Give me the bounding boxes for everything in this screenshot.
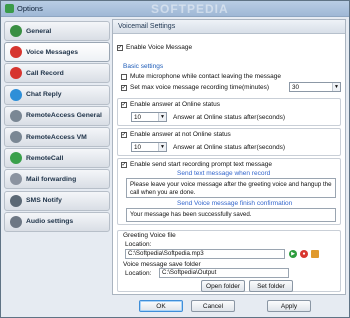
chevron-down-icon: ▼ [158, 143, 166, 151]
save-path-field[interactable]: C:\Softpedia\Output [159, 268, 289, 278]
mute-mic-checkbox[interactable]: Mute microphone while contact leaving th… [121, 73, 281, 80]
greeting-path-field[interactable]: C:\Softpedia\Softpedia.mp3 [125, 249, 285, 259]
sidebar-item-remoteaccess-vm[interactable]: RemoteAccess VM [4, 127, 110, 147]
sidebar-item-chat-reply[interactable]: Chat Reply [4, 84, 110, 105]
sidebar-item-sms-notify[interactable]: SMS Notify [4, 190, 110, 211]
sidebar-item-label: RemoteCall [26, 154, 64, 162]
mail-icon [10, 173, 22, 186]
check-icon: ✓ [121, 84, 127, 91]
sidebar-item-remotecall[interactable]: RemoteCall [4, 148, 110, 169]
check-icon: ✓ [121, 131, 127, 138]
chat-icon [10, 88, 22, 101]
sms-icon [10, 194, 22, 207]
app-icon [5, 4, 14, 13]
remote-icon [10, 109, 22, 122]
sidebar: General Voice Messages Call Record Chat Rep… [4, 19, 110, 311]
check-icon: ✓ [121, 101, 127, 108]
enable-prompt-label: Enable send start recording prompt text … [130, 161, 272, 168]
sidebar-item-voice-messages[interactable]: Voice Messages [4, 42, 110, 63]
title-bar: Options SOFTPEDIA [1, 1, 349, 17]
chevron-down-icon: ▼ [158, 113, 166, 121]
online-after-label: Answer at Online status after(seconds) [173, 114, 285, 121]
remote-vm-icon [10, 131, 22, 143]
audio-icon [10, 215, 22, 228]
finish-text-textarea[interactable]: Your message has been successfully saved… [126, 208, 336, 222]
online-seconds-select[interactable]: 10 ▼ [131, 112, 167, 122]
sidebar-item-label: Call Record [26, 69, 64, 77]
sidebar-item-label: General [26, 27, 52, 35]
send-text-title: Send text message when record [177, 170, 271, 177]
panel-header: Voicemail Settings [113, 20, 345, 34]
sidebar-item-label: RemoteAccess General [26, 112, 102, 120]
remote-call-icon [10, 152, 22, 165]
sidebar-item-label: Mail forwarding [26, 175, 77, 183]
sidebar-item-remoteaccess-general[interactable]: RemoteAccess General [4, 105, 110, 126]
panel-title: Voicemail Settings [118, 23, 176, 30]
sidebar-item-general[interactable]: General [4, 21, 110, 41]
voice-icon [10, 46, 22, 59]
record-icon [10, 67, 22, 80]
voicemail-settings-panel: Voicemail Settings ✓ Enable Voice Messag… [112, 19, 346, 295]
not-online-after-label: Answer at Online status after(seconds) [173, 144, 285, 151]
send-text-textarea[interactable]: Please leave your voice message after th… [126, 178, 336, 198]
enable-prompt-checkbox[interactable]: ✓ Enable send start recording prompt tex… [121, 161, 272, 168]
finish-confirmation-title: Send Voice message finish confirmation [177, 200, 293, 207]
sidebar-item-label: Voice Messages [26, 48, 79, 56]
sidebar-item-label: RemoteAccess VM [26, 133, 87, 141]
chevron-down-icon: ▼ [332, 83, 340, 91]
check-icon: ✓ [121, 161, 127, 168]
greeting-title: Greeting Voice file [123, 232, 176, 239]
enable-voice-message-label: Enable Voice Message [126, 44, 193, 51]
ok-button[interactable]: OK [139, 300, 183, 312]
set-max-time-label: Set max voice message recording time(min… [130, 84, 270, 91]
set-folder-button[interactable]: Set folder [249, 280, 293, 292]
online-seconds-value: 10 [134, 113, 142, 121]
not-online-seconds-value: 10 [134, 143, 142, 151]
record-icon[interactable]: ● [300, 250, 308, 258]
sidebar-item-audio-settings[interactable]: Audio settings [4, 211, 110, 232]
save-location-label: Location: [125, 270, 152, 277]
sidebar-item-call-record[interactable]: Call Record [4, 63, 110, 84]
pine-icon [10, 25, 22, 37]
options-window: Options SOFTPEDIA General Voice Messages C… [0, 0, 350, 318]
sidebar-item-label: Audio settings [26, 218, 74, 226]
open-folder-button[interactable]: Open folder [201, 280, 245, 292]
enable-online-label: Enable answer at Online status [130, 101, 220, 108]
max-time-select[interactable]: 30 ▼ [289, 82, 341, 92]
window-title: Options [17, 4, 43, 13]
cancel-button[interactable]: Cancel [191, 300, 235, 312]
save-folder-title: Voice message save folder [123, 261, 201, 268]
folder-icon[interactable] [311, 250, 319, 258]
sidebar-item-label: Chat Reply [26, 91, 62, 99]
max-time-value: 30 [292, 83, 300, 91]
greeting-location-label: Location: [125, 241, 152, 248]
mute-mic-label: Mute microphone while contact leaving th… [130, 73, 282, 80]
set-max-time-checkbox[interactable]: ✓ Set max voice message recording time(m… [121, 84, 269, 91]
basic-settings-label: Basic settings [123, 63, 164, 70]
play-icon[interactable]: ▶ [289, 250, 297, 258]
enable-not-online-checkbox[interactable]: ✓ Enable answer at not Online status [121, 131, 231, 138]
apply-button[interactable]: Apply [267, 300, 311, 312]
enable-online-checkbox[interactable]: ✓ Enable answer at Online status [121, 101, 220, 108]
not-online-seconds-select[interactable]: 10 ▼ [131, 142, 167, 152]
check-icon: ✓ [117, 44, 123, 51]
sidebar-item-mail-forwarding[interactable]: Mail forwarding [4, 169, 110, 190]
watermark: SOFTPEDIA [151, 2, 229, 16]
unchecked-box-icon [121, 73, 127, 80]
sidebar-item-label: SMS Notify [26, 197, 62, 205]
enable-not-online-label: Enable answer at not Online status [130, 131, 231, 138]
enable-voice-message-checkbox[interactable]: ✓ Enable Voice Message [117, 44, 192, 51]
